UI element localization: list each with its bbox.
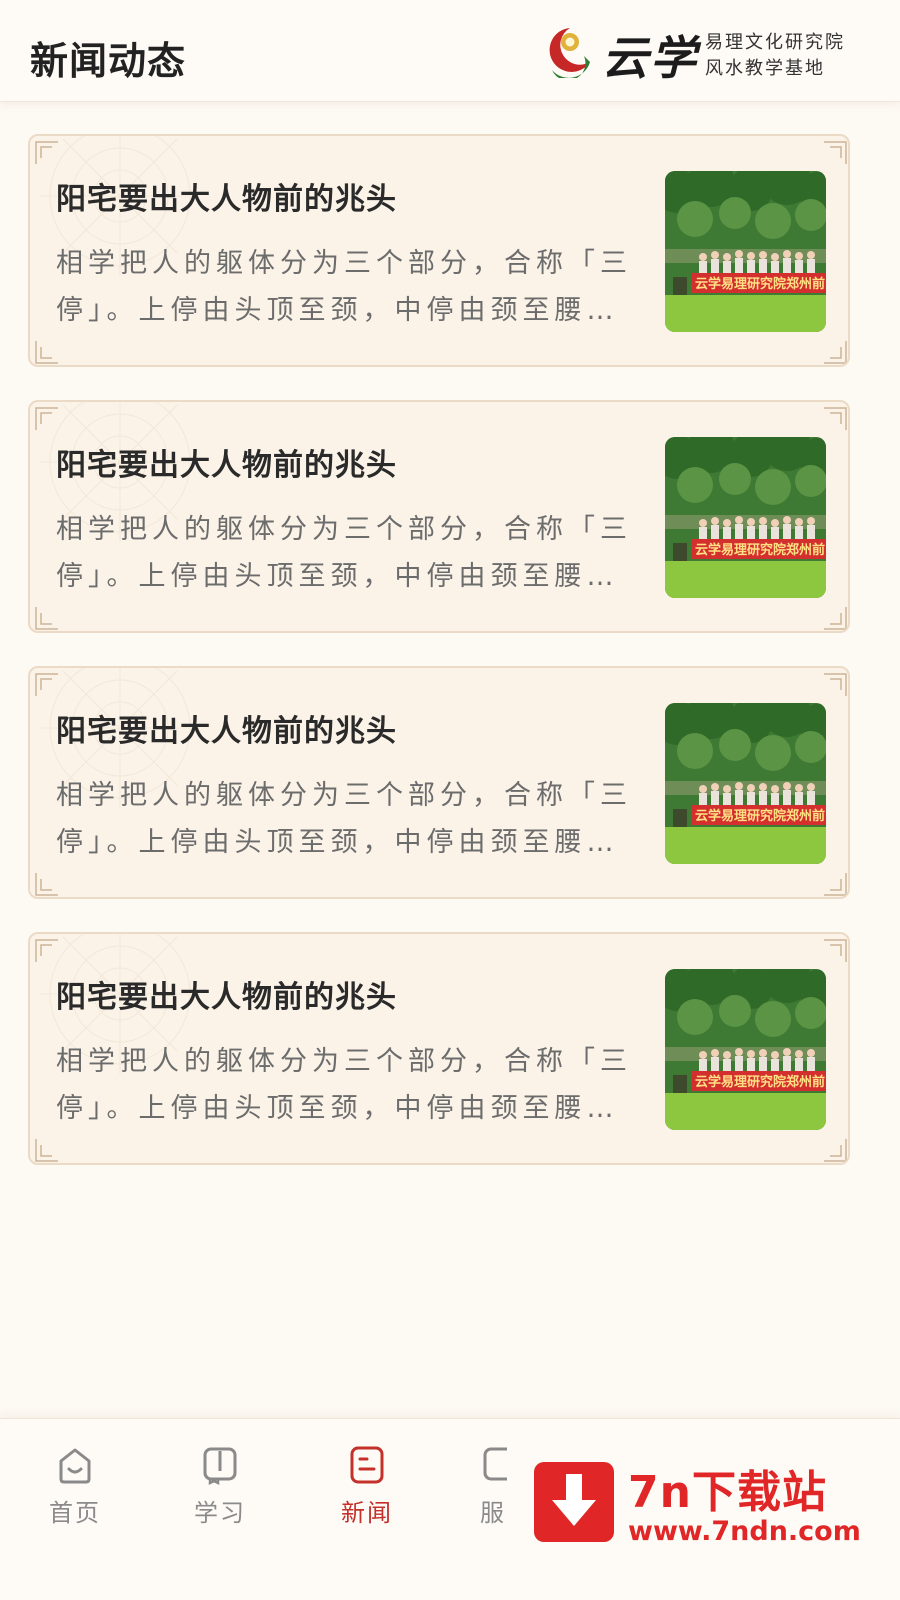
tab-study-label: 学习 [194,1499,246,1527]
news-list: 阳宅要出大人物前的兆头 相学把人的躯体分为三个部分，合称「三停」。上停由头顶至颈… [28,134,850,1198]
tab-home[interactable]: 首页 [25,1443,125,1533]
tab-home-label: 首页 [49,1499,101,1527]
news-card[interactable]: 阳宅要出大人物前的兆头 相学把人的躯体分为三个部分，合称「三停」。上停由头顶至颈… [28,400,850,633]
brand-tagline-1: 易理文化研究院 [705,32,845,53]
news-page: 新闻动态 云学 易理文化研究院 风水教学基地 阳宅要出大人物前的兆头 相学把人的… [0,0,900,1600]
news-thumbnail: 云学易理研究院郑州前 [665,969,826,1130]
news-summary: 相学把人的躯体分为三个部分，合称「三停」。上停由头顶至颈，中停由颈至腰，下... [56,248,632,326]
news-summary: 相学把人的躯体分为三个部分，合称「三停」。上停由头顶至颈，中停由颈至腰，下... [56,1046,632,1124]
news-title: 阳宅要出大人物前的兆头 [56,714,397,749]
tab-study[interactable]: 学习 [170,1443,270,1533]
book-icon [203,1447,237,1486]
header-bar: 新闻动态 云学 易理文化研究院 风水教学基地 [0,0,900,102]
download-arrow-icon [534,1462,614,1542]
news-card[interactable]: 阳宅要出大人物前的兆头 相学把人的躯体分为三个部分，合称「三停」。上停由头顶至颈… [28,932,850,1165]
service-icon [483,1447,507,1481]
news-title: 阳宅要出大人物前的兆头 [56,980,397,1015]
news-title: 阳宅要出大人物前的兆头 [56,182,397,217]
news-thumbnail: 云学易理研究院郑州前 [665,437,826,598]
thumbnail-banner-text: 云学易理研究院郑州前 [695,542,825,558]
brand-tagline-2: 风水教学基地 [705,58,825,79]
news-card[interactable]: 阳宅要出大人物前的兆头 相学把人的躯体分为三个部分，合称「三停」。上停由头顶至颈… [28,666,850,899]
news-thumbnail: 云学易理研究院郑州前 [665,171,826,332]
tab-news-label: 新闻 [341,1499,393,1527]
brand-logo-block: 云学 易理文化研究院 风水教学基地 [540,18,870,86]
tab-service-label: 服 [480,1499,506,1527]
brand-name: 云学 [602,31,698,85]
thumbnail-banner-text: 云学易理研究院郑州前 [695,808,825,824]
news-card[interactable]: 阳宅要出大人物前的兆头 相学把人的躯体分为三个部分，合称「三停」。上停由头顶至颈… [28,134,850,367]
news-icon [350,1446,384,1484]
thumbnail-banner-text: 云学易理研究院郑州前 [695,276,825,292]
thumbnail-banner-text: 云学易理研究院郑州前 [695,1074,825,1090]
news-thumbnail: 云学易理研究院郑州前 [665,703,826,864]
download-site-watermark: 7n下载站 www.7ndn.com [528,1448,868,1558]
news-summary: 相学把人的躯体分为三个部分，合称「三停」。上停由头顶至颈，中停由颈至腰，下... [56,780,632,858]
page-title: 新闻动态 [30,39,187,83]
brand-emblem-icon [549,28,590,78]
tab-service[interactable]: 服 [450,1443,520,1533]
watermark-site-name: 7n下载站 [628,1467,827,1518]
watermark-site-url: www.7ndn.com [628,1516,861,1547]
tab-news[interactable]: 新闻 [317,1443,417,1533]
home-icon [59,1448,91,1484]
news-title: 阳宅要出大人物前的兆头 [56,448,397,483]
news-summary: 相学把人的躯体分为三个部分，合称「三停」。上停由头顶至颈，中停由颈至腰，下... [56,514,632,592]
